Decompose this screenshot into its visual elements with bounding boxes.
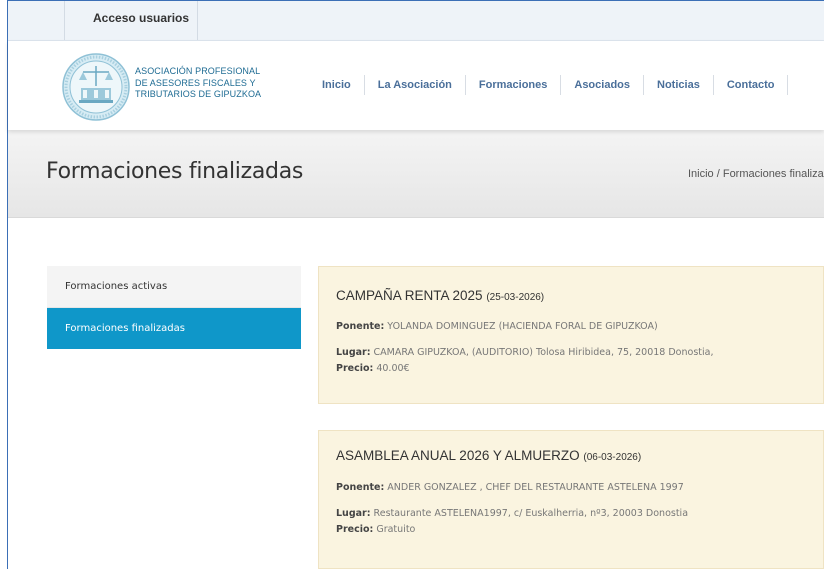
- training-speaker: Ponente: YOLANDA DOMINGUEZ (HACIENDA FOR…: [336, 321, 658, 332]
- training-speaker: Ponente: ANDER GONZALEZ , CHEF DEL RESTA…: [336, 482, 684, 493]
- page-title-band: Formaciones finalizadas Inicio / Formaci…: [8, 130, 824, 218]
- speaker-label: Ponente:: [336, 321, 385, 332]
- price-label: Precio:: [336, 363, 374, 374]
- training-date: (25-03-2026): [486, 292, 545, 303]
- training-price: Precio: 40.00€: [336, 363, 410, 374]
- nav-item-noticias[interactable]: Noticias: [644, 75, 714, 95]
- main-nav: Inicio La Asociación Formaciones Asociad…: [304, 75, 789, 95]
- page-title: Formaciones finalizadas: [46, 159, 304, 184]
- top-bar: Acceso usuarios: [8, 1, 824, 41]
- location-value: CAMARA GIPUZKOA, (AUDITORIO) Tolosa Hiri…: [373, 347, 714, 358]
- location-label: Lugar:: [336, 347, 371, 358]
- training-price: Precio: Gratuito: [336, 524, 415, 535]
- sidebar: Formaciones activas Formaciones finaliza…: [47, 266, 301, 349]
- training-title[interactable]: ASAMBLEA ANUAL 2026 Y ALMUERZO (06-03-20…: [336, 448, 641, 463]
- nav-item-inicio[interactable]: Inicio: [304, 75, 365, 95]
- training-title-text: ASAMBLEA ANUAL 2026 Y ALMUERZO: [336, 448, 580, 463]
- price-value: Gratuito: [376, 524, 416, 535]
- access-users-link[interactable]: Acceso usuarios: [64, 1, 198, 40]
- association-name-line: DE ASESORES FISCALES Y: [135, 77, 256, 88]
- nav-item-la-asociacion[interactable]: La Asociación: [365, 75, 466, 95]
- location-label: Lugar:: [336, 508, 371, 519]
- training-card: ASAMBLEA ANUAL 2026 Y ALMUERZO (06-03-20…: [318, 430, 824, 569]
- breadcrumb[interactable]: Inicio / Formaciones finaliza: [688, 168, 824, 180]
- access-users-label: Acceso usuarios: [93, 11, 190, 25]
- training-location: Lugar: CAMARA GIPUZKOA, (AUDITORIO) Tolo…: [336, 347, 713, 358]
- speaker-label: Ponente:: [336, 482, 385, 493]
- price-label: Precio:: [336, 524, 374, 535]
- training-date: (06-03-2026): [583, 452, 642, 463]
- window-border-left: [0, 0, 8, 569]
- nav-item-formaciones[interactable]: Formaciones: [466, 75, 562, 95]
- association-seal-logo[interactable]: [61, 52, 131, 122]
- price-value: 40.00€: [376, 363, 410, 374]
- training-title[interactable]: CAMPAÑA RENTA 2025 (25-03-2026): [336, 288, 544, 303]
- sidebar-item-formaciones-finalizadas[interactable]: Formaciones finalizadas: [47, 308, 301, 349]
- location-value: Restaurante ASTELENA1997, c/ Euskalherri…: [373, 508, 689, 519]
- training-title-text: CAMPAÑA RENTA 2025: [336, 288, 483, 303]
- sidebar-item-formaciones-activas[interactable]: Formaciones activas: [47, 266, 301, 308]
- association-name-line: TRIBUTARIOS DE GIPUZKOA: [135, 89, 262, 99]
- site-header: ASOCIACIÓN PROFESIONAL DE ASESORES FISCA…: [8, 41, 824, 130]
- speaker-value: YOLANDA DOMINGUEZ (HACIENDA FORAL DE GIP…: [387, 321, 658, 332]
- speaker-value: ANDER GONZALEZ , CHEF DEL RESTAURANTE AS…: [387, 482, 684, 493]
- association-name: ASOCIACIÓN PROFESIONAL DE ASESORES FISCA…: [135, 66, 285, 101]
- training-card: CAMPAÑA RENTA 2025 (25-03-2026) Ponente:…: [318, 266, 824, 404]
- nav-item-asociados[interactable]: Asociados: [561, 75, 645, 95]
- training-location: Lugar: Restaurante ASTELENA1997, c/ Eusk…: [336, 508, 688, 519]
- association-name-line: ASOCIACIÓN PROFESIONAL: [135, 66, 261, 76]
- nav-item-contacto[interactable]: Contacto: [714, 75, 789, 95]
